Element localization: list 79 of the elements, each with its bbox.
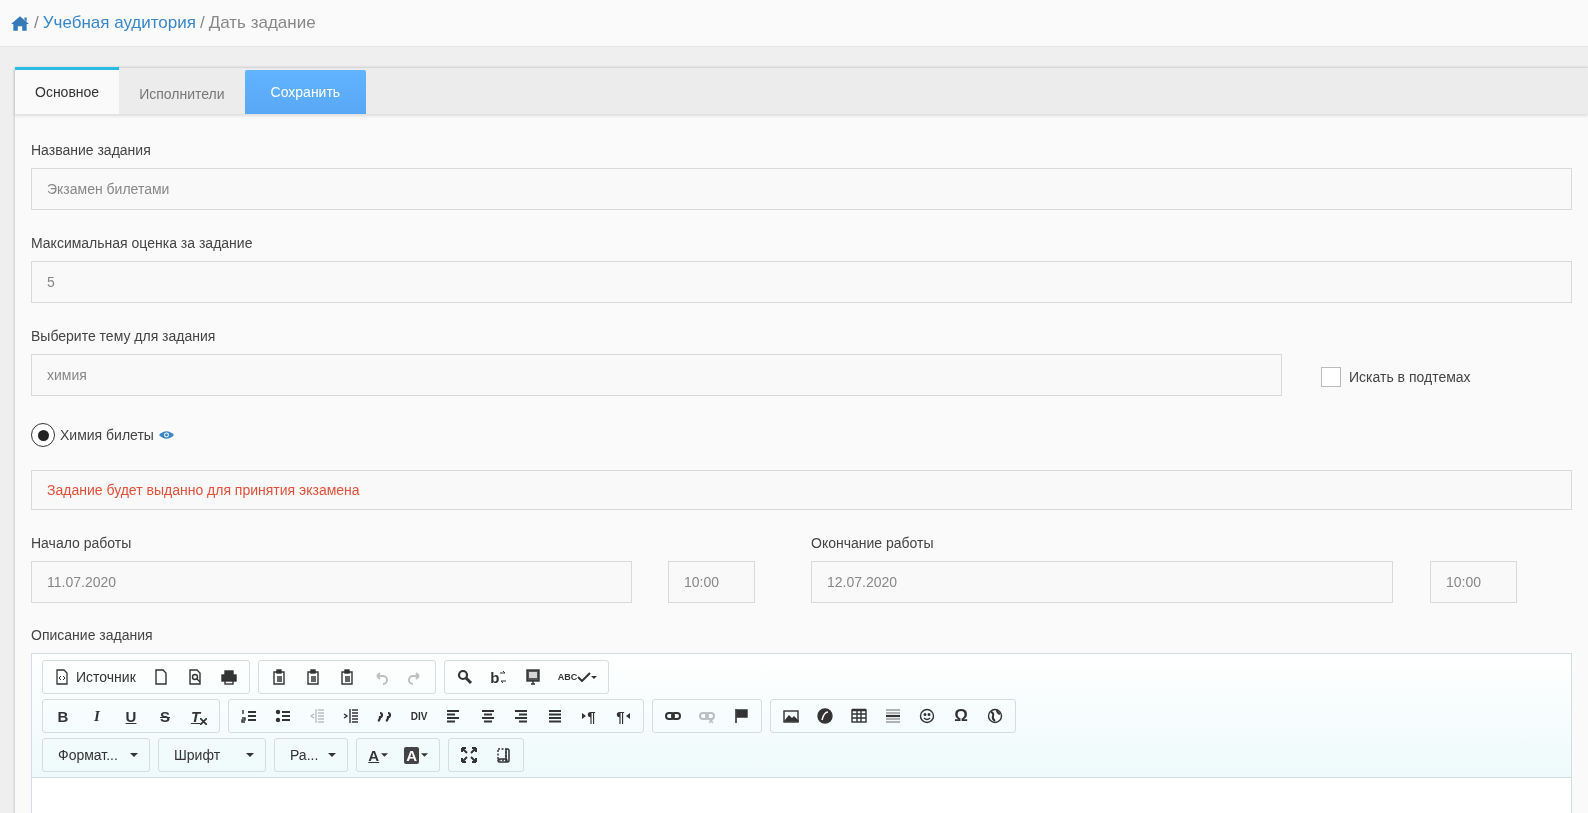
- replace-button[interactable]: b: [481, 663, 516, 691]
- justify-icon: [547, 708, 563, 724]
- source-button[interactable]: Источник: [46, 663, 144, 691]
- time-field[interactable]: 10:00: [668, 561, 755, 603]
- search-icon: [456, 669, 473, 685]
- field-label: Название задания: [31, 142, 151, 159]
- checkbox-label: Искать в подтемах: [1349, 369, 1471, 385]
- breadcrumb-separator: /: [34, 13, 39, 33]
- triangle-icon: [582, 713, 587, 719]
- code-document-icon: [54, 669, 70, 685]
- radio-label: Химия билеты: [60, 427, 154, 443]
- outdent-icon: [309, 708, 325, 724]
- disc-icon: [817, 708, 833, 724]
- ltr-button[interactable]: ¶: [572, 702, 606, 730]
- underline-button[interactable]: U: [114, 702, 148, 730]
- triangle-icon: [625, 713, 630, 719]
- div-button[interactable]: DIV: [402, 702, 436, 730]
- italic-button[interactable]: I: [80, 702, 114, 730]
- magnifier-page-icon: [186, 669, 203, 685]
- clipboard-icon: [338, 669, 355, 685]
- breadcrumb-link[interactable]: Учебная аудитория: [42, 13, 196, 33]
- numbered-list-icon: [241, 708, 257, 724]
- caret-icon: [246, 753, 254, 757]
- swap-arrows-icon: [499, 671, 508, 683]
- indent-icon: [343, 708, 359, 724]
- field-label: Выберите тему для задания: [31, 328, 216, 345]
- redo-icon: [406, 669, 423, 685]
- text-block-icon: [524, 669, 541, 685]
- radio-button[interactable]: [31, 423, 55, 447]
- input-field[interactable]: 5: [31, 261, 1572, 303]
- removeformat-button[interactable]: T: [182, 702, 216, 730]
- dropdown-button[interactable]: Формат...: [46, 741, 146, 769]
- rtl-button[interactable]: ¶: [606, 702, 640, 730]
- field-label: Начало работы: [31, 535, 132, 552]
- lines-icon: [885, 708, 901, 724]
- image-icon: [783, 708, 799, 724]
- field-label: Описание задания: [31, 627, 153, 644]
- align-left-icon: [445, 708, 461, 724]
- clipboard-icon: [304, 669, 321, 685]
- caret-icon: [591, 675, 598, 679]
- breadcrumb-separator: /: [200, 13, 205, 33]
- spellcheck-button[interactable]: ABC: [549, 663, 606, 691]
- strike-button[interactable]: S: [148, 702, 182, 730]
- field-label: Максимальная оценка за задание: [31, 235, 253, 252]
- tab[interactable]: Основное: [15, 67, 120, 114]
- align-center-icon: [479, 708, 495, 724]
- cross-icon: [200, 717, 208, 725]
- notice-message: Задание будет выданно для принятия экзамена: [31, 470, 1572, 510]
- input-field[interactable]: химия: [31, 354, 1282, 396]
- globe-icon: [987, 708, 1003, 724]
- bg-color-button[interactable]: A: [396, 741, 436, 769]
- eye-icon[interactable]: [158, 430, 174, 440]
- special-char-button[interactable]: Ω: [944, 702, 978, 730]
- breadcrumb-current: Дать задание: [208, 13, 316, 33]
- bullet-list-icon: [275, 708, 291, 724]
- flag-icon: [733, 708, 749, 724]
- tab[interactable]: Исполнители: [119, 70, 245, 114]
- printer-icon: [220, 669, 237, 685]
- input-field[interactable]: Экзамен билетами: [31, 168, 1572, 210]
- table-icon: [851, 708, 867, 724]
- caret-icon: [421, 753, 428, 757]
- caret-icon: [328, 753, 337, 757]
- align-right-icon: [513, 708, 529, 724]
- smiley-icon: [919, 708, 935, 724]
- expand-icon: [461, 747, 477, 763]
- field-label: Окончание работы: [811, 535, 934, 552]
- blank-page-icon: [152, 669, 169, 685]
- checkbox[interactable]: [1321, 367, 1341, 387]
- blocks-icon: [495, 747, 511, 763]
- home-icon[interactable]: [10, 14, 30, 32]
- time-field[interactable]: 10:00: [1430, 561, 1517, 603]
- caret-icon: [381, 753, 389, 757]
- bold-button[interactable]: B: [46, 702, 80, 730]
- caret-icon: [130, 753, 138, 757]
- text-color-button[interactable]: A: [360, 741, 397, 769]
- check-mark-icon: [577, 672, 592, 682]
- clipboard-icon: [270, 669, 287, 685]
- dropdown-button[interactable]: Ра...: [278, 741, 345, 769]
- dropdown-button[interactable]: Шрифт: [162, 741, 262, 769]
